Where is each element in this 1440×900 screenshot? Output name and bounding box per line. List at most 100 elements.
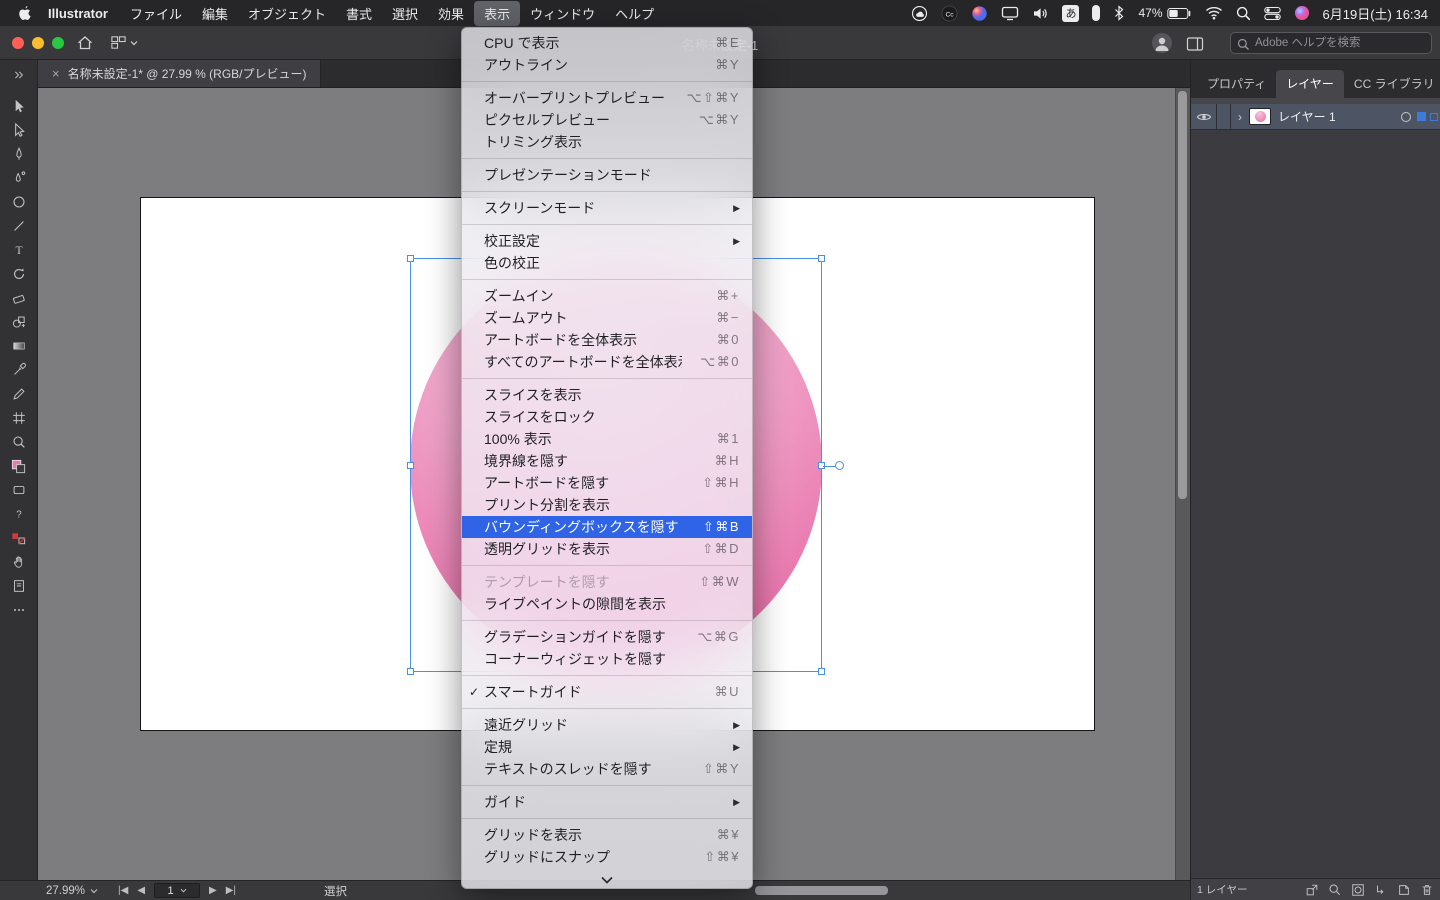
menu-item[interactable]: アートボードを隠す⇧⌘H [462,472,752,494]
layer-thumbnail[interactable] [1249,108,1271,125]
previous-artboard-button[interactable]: ◀ [137,885,145,896]
panel-tab[interactable]: CC ライブラリ [1344,70,1440,98]
menu-item[interactable]: アートボードを全体表示⌘0 [462,329,752,351]
menu-item[interactable]: ガイド▶ [462,791,752,813]
menu-item[interactable]: スライスをロック [462,406,752,428]
panel-tab[interactable]: プロパティ [1197,70,1276,98]
battery-status[interactable]: 47% [1138,6,1191,20]
panel-tab[interactable]: レイヤー [1276,70,1344,98]
help-search-input[interactable] [1230,32,1432,54]
eyedropper-tool[interactable] [6,358,32,382]
menu-item[interactable]: 遠近グリッド▶ [462,714,752,736]
arrange-documents-icon[interactable] [110,34,138,51]
shape-builder-tool[interactable] [6,310,32,334]
new-sublayer-icon[interactable] [1374,883,1388,897]
menu-item[interactable]: バウンディングボックスを隠す⇧⌘B [462,516,752,538]
vertical-scrollbar-thumb[interactable] [1178,91,1187,499]
screen-mode-control[interactable] [6,478,32,502]
menu-item[interactable]: プレゼンテーションモード [462,164,752,186]
eraser-tool[interactable] [6,286,32,310]
siri-icon[interactable] [1294,5,1310,21]
tab-close-icon[interactable]: × [52,66,60,81]
layer-row[interactable]: › レイヤー 1 [1191,104,1440,130]
input-method-icon[interactable]: あ [1062,5,1079,22]
collect-export-icon[interactable] [1305,883,1319,897]
menu-item[interactable]: ピクセルプレビュー⌥⌘Y [462,109,752,131]
layer-color-chip[interactable] [1430,113,1438,121]
horizontal-scrollbar-thumb[interactable] [755,886,888,895]
hand-tool[interactable] [6,550,32,574]
direct-selection-tool[interactable] [6,118,32,142]
spotlight-icon[interactable] [1236,6,1251,21]
first-artboard-button[interactable]: |◀ [118,885,128,896]
account-avatar[interactable] [1152,33,1172,53]
line-segment-tool[interactable] [6,214,32,238]
menubar-item[interactable]: ヘルプ [605,1,664,26]
wifi-icon[interactable] [1205,6,1223,20]
ellipse-tool[interactable] [6,190,32,214]
menu-item[interactable]: テキストのスレッドを隠す⇧⌘Y [462,758,752,780]
apple-menu-icon[interactable] [12,5,36,22]
menu-item[interactable]: 100% 表示⌘1 [462,428,752,450]
menu-item[interactable]: CPU で表示⌘E [462,32,752,54]
fill-stroke-swatches[interactable] [6,454,32,478]
menubar-item[interactable]: 効果 [428,1,474,26]
layer-name[interactable]: レイヤー 1 [1278,108,1401,125]
delete-layer-icon[interactable] [1420,883,1434,897]
menu-item[interactable]: アウトライン⌘Y [462,54,752,76]
rotate-tool[interactable] [6,262,32,286]
next-artboard-button[interactable]: ▶ [209,885,217,896]
locate-object-icon[interactable] [1328,883,1342,897]
zoom-tool[interactable] [6,430,32,454]
menu-item[interactable]: グラデーションガイドを隠す⌥⌘G [462,626,752,648]
menubar-item[interactable]: ウィンドウ [520,1,605,26]
menu-item[interactable]: すべてのアートボードを全体表示⌥⌘0 [462,351,752,373]
vertical-scrollbar-track[interactable] [1175,88,1190,880]
menubar-item[interactable]: オブジェクト [238,1,336,26]
colorful-app-icon[interactable] [971,5,988,22]
handle-top-left[interactable] [407,255,414,262]
lock-toggle[interactable] [1217,104,1231,129]
handle-mid-left[interactable] [407,462,414,469]
layer-target-circle[interactable] [1401,112,1411,122]
bluetooth-icon[interactable] [1113,5,1125,21]
menu-item[interactable]: スライスを表示 [462,384,752,406]
close-window-button[interactable] [12,37,24,49]
menu-item[interactable]: 境界線を隠す⌘H [462,450,752,472]
selection-tool[interactable] [6,94,32,118]
clipping-mask-icon[interactable] [1351,883,1365,897]
menu-item[interactable]: 定規▶ [462,736,752,758]
collapse-chevrons-icon[interactable] [11,66,26,84]
menu-item[interactable]: オーバープリントプレビュー⌥⇧⌘Y [462,87,752,109]
menubar-item[interactable]: 編集 [192,1,238,26]
artboard-tool[interactable] [6,406,32,430]
menubar-datetime[interactable]: 6月19日(土) 16:34 [1323,4,1429,23]
pencil-tool[interactable] [6,382,32,406]
menu-item[interactable]: 透明グリッドを表示⇧⌘D [462,538,752,560]
layer-selection-chip[interactable] [1417,112,1426,121]
menu-item[interactable]: ズームイン⌘+ [462,285,752,307]
display-icon[interactable] [1001,5,1019,21]
volume-icon[interactable] [1032,6,1049,21]
menu-item[interactable]: 校正設定▶ [462,230,752,252]
help-control[interactable]: ? [6,502,32,526]
menu-item[interactable]: プリント分割を表示 [462,494,752,516]
menubar-app-name[interactable]: Illustrator [38,3,118,24]
home-icon[interactable] [76,34,94,52]
new-layer-icon[interactable] [1397,883,1411,897]
type-tool[interactable]: T [6,238,32,262]
gradient-tool[interactable] [6,334,32,358]
color-controls[interactable] [6,526,32,550]
menu-item[interactable]: グリッドにスナップ⇧⌘¥ [462,846,752,868]
handle-bottom-left[interactable] [407,668,414,675]
menubar-item[interactable]: 表示 [474,1,520,26]
handle-top-right[interactable] [818,255,825,262]
menu-item[interactable]: スクリーンモード▶ [462,197,752,219]
last-artboard-button[interactable]: ▶| [226,885,236,896]
artboard-number-field[interactable]: 1 [154,883,200,898]
layer-expand-chevron[interactable]: › [1231,110,1249,124]
menu-item[interactable]: 色の校正 [462,252,752,274]
menubar-item[interactable]: 書式 [336,1,382,26]
live-shape-handle[interactable] [835,461,844,470]
document-tab[interactable]: × 名称未設定-1* @ 27.99 % (RGB/プレビュー) [38,60,321,87]
